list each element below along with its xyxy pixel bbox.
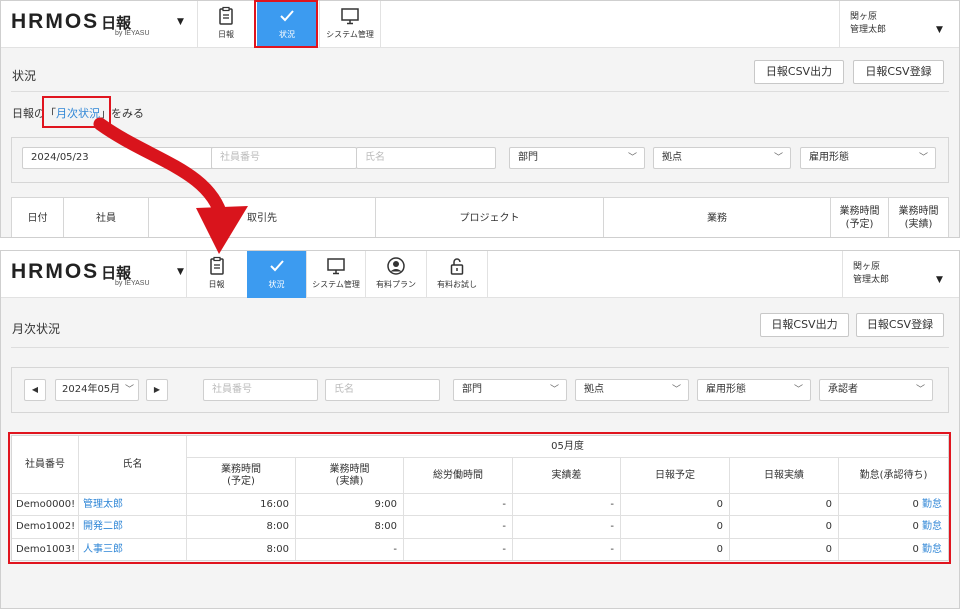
user-circle-icon xyxy=(387,257,405,275)
csv-import-button[interactable]: 日報CSV登録 xyxy=(856,313,944,337)
employment-type-select[interactable]: 雇用形態 ﹀ xyxy=(800,147,936,169)
chevron-down-icon: ﹀ xyxy=(627,153,637,163)
unlock-icon xyxy=(450,258,464,275)
department-select[interactable]: 部門 ﹀ xyxy=(509,147,645,169)
hrmos-logo[interactable]: HRMOS 日報 by IEYASU xyxy=(11,260,150,290)
chevron-down-icon: ﹀ xyxy=(915,385,925,395)
logo-subtitle: by IEYASU xyxy=(115,280,150,287)
chevron-down-icon: ﹀ xyxy=(773,153,783,163)
filter-bar: 2024/05/23 社員番号 氏名 部門 ﹀ 拠点 ﹀ 雇用形態 ﹀ xyxy=(11,137,949,183)
user-company: 関ヶ原 xyxy=(853,262,881,272)
nav-tab-system-admin[interactable]: システム管理 xyxy=(307,251,365,298)
nav-tab-system-admin[interactable]: システム管理 xyxy=(320,1,380,48)
date-input[interactable]: 2024/05/23 xyxy=(22,147,214,169)
caret-right-icon: ▶ xyxy=(153,385,161,394)
approver-select[interactable]: 承認者 ﹀ xyxy=(819,379,933,401)
hrmos-logo[interactable]: HRMOS 日報 by IEYASU xyxy=(11,10,150,40)
nav-tab-nippo[interactable]: 日報 xyxy=(198,1,254,48)
check-icon xyxy=(269,260,284,272)
name-input[interactable]: 氏名 xyxy=(356,147,496,169)
clipboard-icon xyxy=(209,256,224,275)
employee-number-input[interactable]: 社員番号 xyxy=(211,147,357,169)
daily-table-header: 日付 社員 取引先 プロジェクト 業務 業務時間 (予定) 業務時間 (実績) xyxy=(11,197,949,237)
app-header: HRMOS 日報 by IEYASU ▼ 日報 状況 システム管理 関ヶ原 管理太… xyxy=(1,1,959,48)
clipboard-icon xyxy=(219,6,233,25)
logo-wordmark: HRMOS xyxy=(11,260,100,283)
chevron-down-icon[interactable]: ▼ xyxy=(936,25,943,35)
employee-number-input[interactable]: 社員番号 xyxy=(203,379,318,401)
highlight-monthly-link xyxy=(42,96,111,128)
highlight-status-tab xyxy=(254,0,318,48)
chevron-down-icon: ﹀ xyxy=(124,385,134,395)
filter-bar: ◀ 2024年05月 ﹀ ▶ 社員番号 氏名 部門 ﹀ 拠点 ﹀ 雇用形態 ﹀ 承認者 ﹀ xyxy=(11,367,949,413)
col-task: 業務 xyxy=(604,198,831,237)
app-header: HRMOS 日報 by IEYASU ▼ 日報 状況 システム管理 有料プラン 有… xyxy=(1,251,959,298)
chevron-down-icon: ﹀ xyxy=(918,153,928,163)
col-client: 取引先 xyxy=(149,198,376,237)
user-company: 関ヶ原 xyxy=(850,12,878,22)
employment-type-select[interactable]: 雇用形態 ﹀ xyxy=(697,379,811,401)
chevron-down-icon: ﹀ xyxy=(793,385,803,395)
highlight-monthly-table xyxy=(8,432,951,564)
col-employee: 社員 xyxy=(64,198,149,237)
page-title: 状況 xyxy=(12,69,37,83)
user-name: 管理太郎 xyxy=(853,275,890,285)
page-title: 月次状況 xyxy=(12,322,61,336)
monitor-icon xyxy=(327,258,345,275)
nav-tab-paid-plan[interactable]: 有料プラン xyxy=(366,251,426,298)
location-select[interactable]: 拠点 ﹀ xyxy=(653,147,791,169)
col-hours-actual: 業務時間 (実績) xyxy=(898,206,939,230)
month-select[interactable]: 2024年05月 ﹀ xyxy=(55,379,139,401)
chevron-down-icon[interactable]: ▼ xyxy=(177,267,184,277)
name-input[interactable]: 氏名 xyxy=(325,379,440,401)
location-select[interactable]: 拠点 ﹀ xyxy=(575,379,689,401)
chevron-down-icon: ﹀ xyxy=(549,385,559,395)
csv-export-button[interactable]: 日報CSV出力 xyxy=(760,313,849,337)
prev-month-button[interactable]: ◀ xyxy=(24,379,46,401)
user-menu[interactable]: 関ヶ原 管理太郎 xyxy=(850,11,886,37)
nav-tab-status[interactable]: 状況 xyxy=(247,251,306,298)
user-menu[interactable]: 関ヶ原 管理太郎 xyxy=(853,261,889,287)
col-hours-planned: 業務時間 (予定) xyxy=(831,198,889,237)
next-month-button[interactable]: ▶ xyxy=(146,379,168,401)
nav-tab-paid-trial[interactable]: 有料お試し xyxy=(427,251,487,298)
chevron-down-icon: ﹀ xyxy=(671,385,681,395)
chevron-down-icon[interactable]: ▼ xyxy=(177,17,184,27)
nav-tab-nippo[interactable]: 日報 xyxy=(187,251,246,298)
monitor-icon xyxy=(341,8,359,25)
chevron-down-icon[interactable]: ▼ xyxy=(936,275,943,285)
col-project: プロジェクト xyxy=(376,198,604,237)
col-date: 日付 xyxy=(12,198,64,237)
logo-subtitle: by IEYASU xyxy=(115,30,150,37)
caret-left-icon: ◀ xyxy=(31,385,39,394)
csv-export-button[interactable]: 日報CSV出力 xyxy=(754,60,844,84)
daily-status-screen: HRMOS 日報 by IEYASU ▼ 日報 状況 システム管理 関ヶ原 管理太… xyxy=(0,0,960,238)
logo-wordmark: HRMOS xyxy=(11,10,100,33)
user-name: 管理太郎 xyxy=(850,25,887,35)
csv-import-button[interactable]: 日報CSV登録 xyxy=(853,60,944,84)
department-select[interactable]: 部門 ﹀ xyxy=(453,379,567,401)
